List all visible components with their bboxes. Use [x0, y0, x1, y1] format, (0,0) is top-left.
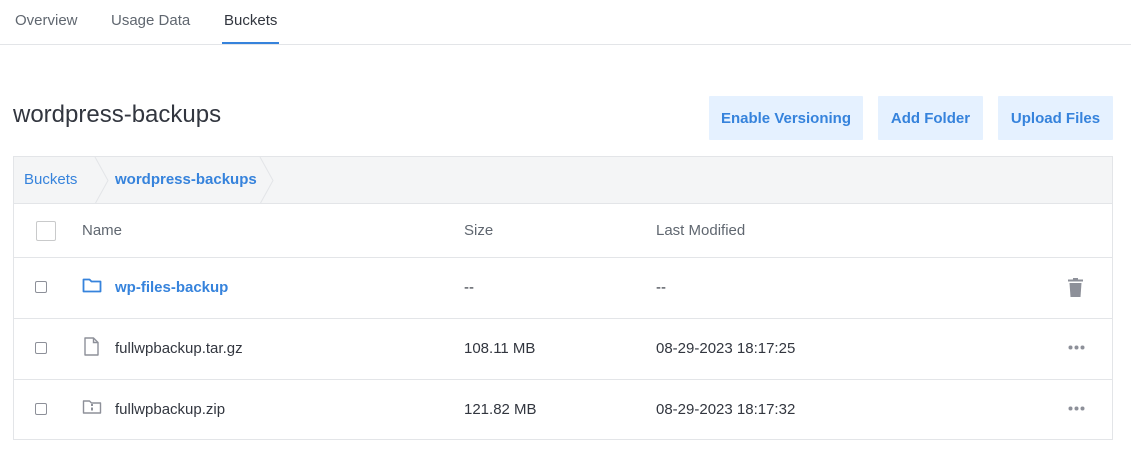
file-icon	[84, 337, 99, 356]
bucket-contents-panel: Buckets wordpress-backups Name Size Last…	[13, 156, 1113, 440]
file-name[interactable]: fullwpbackup.zip	[115, 401, 225, 418]
tab-bar: Overview Usage Data Buckets	[0, 0, 1131, 45]
folder-name-link[interactable]: wp-files-backup	[115, 279, 228, 296]
row-size: 121.82 MB	[464, 401, 537, 418]
tab-usage-data[interactable]: Usage Data	[111, 12, 190, 29]
page-title: wordpress-backups	[13, 101, 222, 128]
row-last-modified: 08-29-2023 18:17:32	[656, 401, 796, 418]
row-last-modified: 08-29-2023 18:17:25	[656, 340, 796, 357]
add-folder-button[interactable]: Add Folder	[878, 96, 983, 140]
breadcrumb-buckets-link[interactable]: Buckets	[24, 171, 77, 188]
trash-icon[interactable]	[1068, 278, 1083, 297]
active-tab-indicator	[222, 42, 279, 44]
enable-versioning-button[interactable]: Enable Versioning	[709, 96, 863, 140]
more-icon[interactable]	[1068, 406, 1085, 411]
table-row[interactable]: fullwpbackup.zip 121.82 MB 08-29-2023 18…	[14, 380, 1112, 440]
breadcrumb: Buckets wordpress-backups	[14, 157, 1112, 204]
file-name[interactable]: fullwpbackup.tar.gz	[115, 340, 243, 357]
row-checkbox[interactable]	[35, 342, 47, 354]
table-row[interactable]: fullwpbackup.tar.gz 108.11 MB 08-29-2023…	[14, 319, 1112, 380]
column-header-size[interactable]: Size	[464, 222, 493, 239]
row-size: --	[464, 279, 474, 296]
column-header-last-modified[interactable]: Last Modified	[656, 222, 745, 239]
table-header: Name Size Last Modified	[14, 204, 1112, 258]
folder-icon	[82, 278, 102, 293]
upload-files-button[interactable]: Upload Files	[998, 96, 1113, 140]
row-checkbox[interactable]	[35, 403, 47, 415]
zip-file-icon	[82, 400, 102, 414]
breadcrumb-current: wordpress-backups	[115, 171, 257, 188]
breadcrumb-separator-icon	[94, 157, 109, 204]
table-row[interactable]: wp-files-backup -- --	[14, 258, 1112, 319]
tab-overview[interactable]: Overview	[15, 12, 78, 29]
more-icon[interactable]	[1068, 345, 1085, 350]
select-all-checkbox[interactable]	[36, 221, 56, 241]
row-size: 108.11 MB	[464, 340, 536, 357]
tab-buckets[interactable]: Buckets	[224, 12, 277, 29]
row-checkbox[interactable]	[35, 281, 47, 293]
breadcrumb-separator-icon	[259, 157, 274, 204]
column-header-name[interactable]: Name	[82, 222, 122, 239]
row-last-modified: --	[656, 279, 666, 296]
